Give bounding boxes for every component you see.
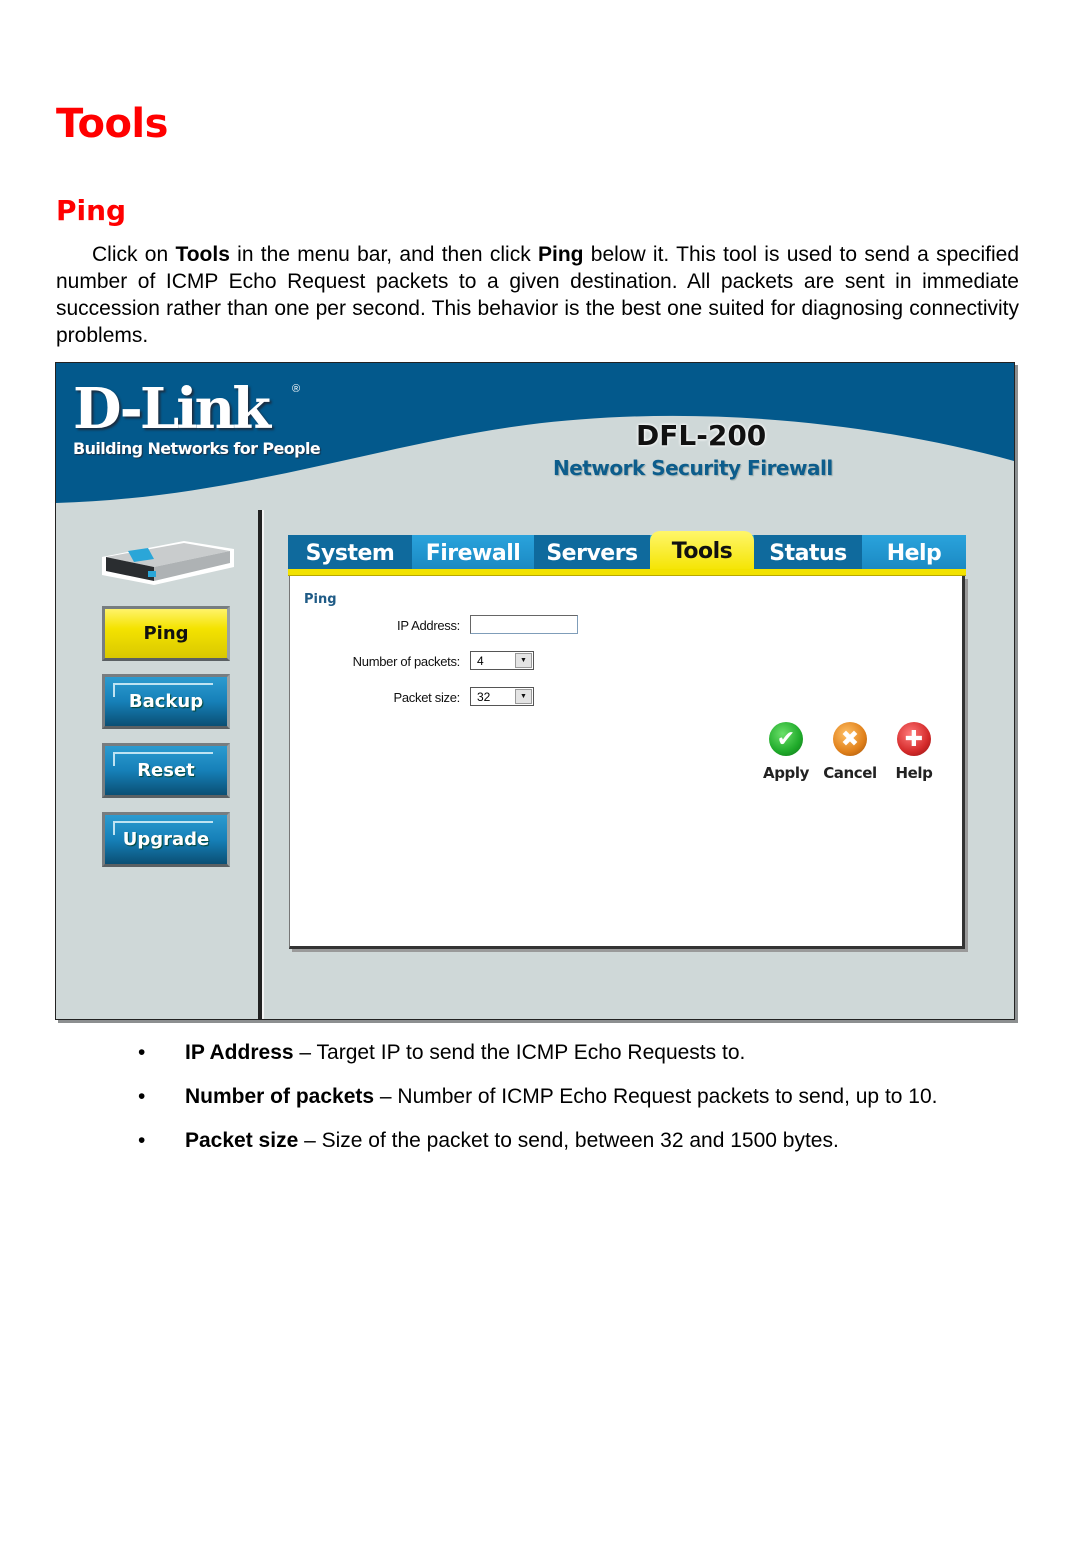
ip-address-label: IP Address: [397, 618, 460, 633]
tab-tools[interactable]: Tools [650, 531, 754, 571]
help-label: Help [895, 764, 933, 782]
tab-servers[interactable]: Servers [534, 535, 650, 571]
ip-address-input[interactable] [470, 615, 578, 634]
cancel-button[interactable]: ✖ Cancel [820, 722, 880, 782]
bullet-desc: – Number of ICMP Echo Request packets to… [374, 1085, 938, 1108]
tab-help[interactable]: Help [862, 535, 966, 571]
intro-bold-tools: Tools [175, 243, 230, 266]
intro-bold-ping: Ping [538, 243, 584, 266]
packet-size-label: Packet size: [393, 690, 461, 705]
x-icon: ✖ [833, 722, 867, 756]
plus-icon: ✚ [897, 722, 931, 756]
sidebar-divider [258, 510, 264, 1019]
bullet-desc: – Target IP to send the ICMP Echo Reques… [293, 1041, 746, 1064]
bullet-icon: • [138, 1041, 146, 1064]
side-menu-backup[interactable]: Backup [102, 674, 230, 729]
packet-size-select[interactable]: 32 ▼ [470, 687, 534, 706]
ping-form-panel: Ping IP Address: Number of packets: 4 ▼ … [289, 576, 965, 949]
model-name: DFL-200 [636, 419, 767, 452]
number-of-packets-label: Number of packets: [352, 654, 461, 669]
side-menu-ping[interactable]: Ping [102, 606, 230, 661]
select-value: 32 [477, 689, 491, 704]
field-description-list: • IP Address – Target IP to send the ICMP… [138, 1040, 1038, 1172]
side-menu-reset[interactable]: Reset [102, 743, 230, 798]
tab-underline [288, 569, 966, 576]
intro-text: Click on [92, 243, 176, 266]
chevron-down-icon[interactable]: ▼ [515, 689, 532, 704]
firewall-device-icon [102, 541, 234, 585]
bullet-term: Packet size [185, 1129, 299, 1152]
bullet-term: IP Address [185, 1041, 294, 1064]
intro-text: in the menu bar, and then click [229, 243, 538, 266]
apply-button[interactable]: ✔ Apply [756, 722, 816, 782]
bullet-desc: – Size of the packet to send, between 32… [298, 1129, 839, 1152]
section-heading: Ping [56, 194, 127, 227]
list-item: • IP Address – Target IP to send the ICMP… [138, 1040, 1038, 1084]
apply-label: Apply [762, 764, 809, 782]
tab-status[interactable]: Status [754, 535, 862, 571]
bullet-icon: • [138, 1085, 146, 1108]
side-menu-label: Reset [137, 760, 195, 781]
dlink-logo: D-Link [73, 376, 271, 442]
side-menu-upgrade[interactable]: Upgrade [102, 812, 230, 867]
registered-mark: ® [292, 383, 301, 395]
tab-system[interactable]: System [288, 535, 412, 571]
router-ui-screenshot: D-Link ® Building Networks for People DF… [55, 362, 1015, 1020]
page-heading: Tools [56, 101, 168, 147]
product-name: Network Security Firewall [553, 456, 833, 480]
side-menu-label: Upgrade [122, 829, 210, 850]
number-of-packets-select[interactable]: 4 ▼ [470, 651, 534, 670]
bullet-icon: • [138, 1129, 146, 1152]
cancel-label: Cancel [823, 764, 877, 782]
check-icon: ✔ [769, 722, 803, 756]
help-button[interactable]: ✚ Help [884, 722, 944, 782]
intro-paragraph: Click on Tools in the menu bar, and then… [56, 241, 1019, 349]
list-item: • Packet size – Size of the packet to sen… [138, 1128, 1038, 1172]
select-value: 4 [477, 653, 484, 668]
bullet-term: Number of packets [185, 1085, 375, 1108]
list-item: • Number of packets – Number of ICMP Echo… [138, 1084, 1038, 1128]
tab-firewall[interactable]: Firewall [412, 535, 534, 571]
side-menu-label: Backup [128, 691, 204, 712]
brand-tagline: Building Networks for People [73, 439, 321, 458]
main-tab-bar: System Firewall Servers Tools Status Hel… [288, 531, 966, 571]
form-title: Ping [304, 592, 337, 607]
chevron-down-icon[interactable]: ▼ [515, 653, 532, 668]
